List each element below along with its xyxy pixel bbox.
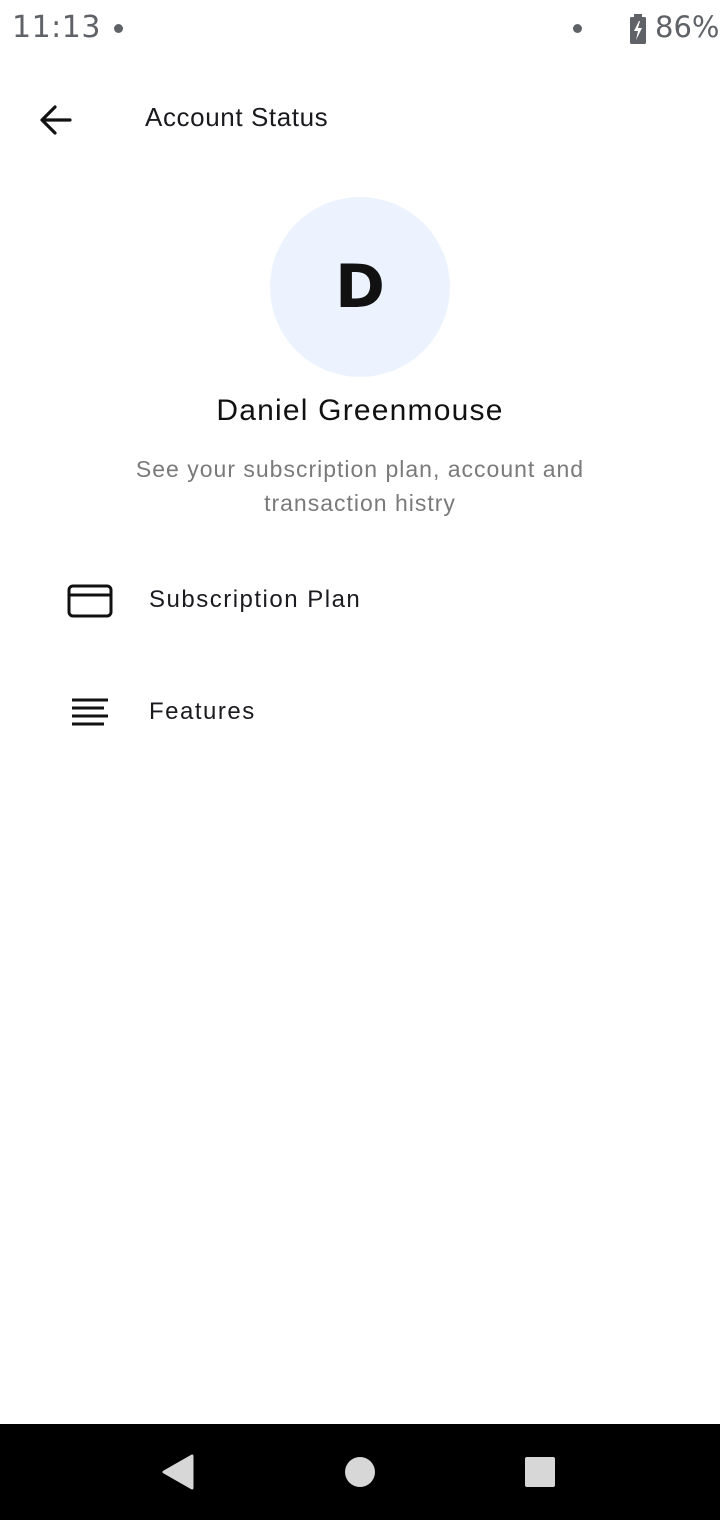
- notification-dot-icon: [573, 24, 582, 33]
- app-bar: Account Status: [0, 80, 720, 160]
- menu-item-features[interactable]: Features: [0, 668, 720, 758]
- profile-description: See your subscription plan, account and …: [135, 456, 585, 516]
- arrow-left-icon: [40, 105, 72, 135]
- status-time: 11:13: [12, 10, 101, 45]
- account-status-screen: 11:13 86% Account Status D Daniel Greenm…: [0, 0, 720, 1520]
- system-navigation-bar: [0, 1424, 720, 1520]
- battery-percentage: 86%: [655, 10, 720, 44]
- back-button[interactable]: [24, 88, 88, 152]
- menu-item-label: Features: [149, 698, 256, 725]
- user-name: Daniel Greenmouse: [216, 394, 504, 427]
- status-bar: 11:13 86%: [0, 0, 720, 58]
- credit-card-icon: [67, 584, 113, 618]
- battery-charging-icon: [630, 14, 646, 44]
- page-title: Account Status: [145, 102, 329, 132]
- list-lines-icon: [72, 698, 108, 726]
- menu-item-label: Subscription Plan: [149, 586, 362, 613]
- home-circle-icon[interactable]: [336, 1448, 384, 1496]
- notification-dot-icon: [114, 24, 123, 33]
- avatar: D: [270, 197, 450, 377]
- menu-item-subscription-plan[interactable]: Subscription Plan: [0, 556, 720, 646]
- back-triangle-icon[interactable]: [155, 1448, 203, 1496]
- recents-square-icon[interactable]: [516, 1448, 564, 1496]
- avatar-initial: D: [335, 252, 385, 322]
